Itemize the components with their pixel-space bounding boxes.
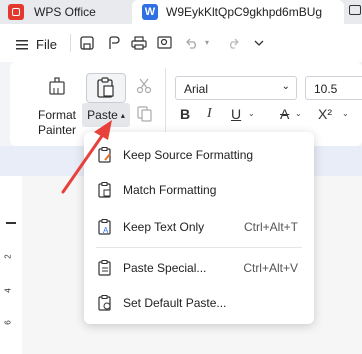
- tab-wps-office[interactable]: WPS Office: [0, 0, 127, 24]
- underline-dropdown-icon[interactable]: ⌄: [248, 109, 255, 118]
- export-icon[interactable]: [107, 36, 121, 50]
- menu-item-set-default-paste[interactable]: Set Default Paste...: [84, 288, 314, 318]
- ruler-margin-marker[interactable]: [6, 222, 16, 224]
- print-preview-icon[interactable]: [157, 36, 173, 50]
- cut-icon[interactable]: [136, 78, 152, 94]
- strikethrough-dropdown-icon[interactable]: ⌄: [295, 109, 302, 118]
- undo-icon[interactable]: [184, 37, 200, 49]
- menu-item-shortcut: Ctrl+Alt+V: [243, 261, 298, 275]
- svg-text:A: A: [103, 226, 109, 235]
- print-icon[interactable]: [131, 36, 147, 50]
- writer-doc-icon: W: [142, 4, 158, 20]
- menu-divider: [96, 247, 302, 248]
- paste-label: Paste: [87, 108, 118, 122]
- keep-source-formatting-icon: [98, 147, 111, 163]
- underline-button[interactable]: U: [231, 106, 241, 122]
- ribbon-divider: [165, 68, 166, 140]
- superscript-button[interactable]: X²: [318, 106, 332, 122]
- strikethrough-button[interactable]: A: [280, 106, 289, 122]
- wps-logo-icon: [8, 4, 24, 20]
- tab-wps-office-label: WPS Office: [34, 5, 96, 19]
- tab-document-label: W9EykKltQpC9gkhpd6mBUg: [166, 5, 323, 19]
- menu-item-label: Match Formatting: [123, 183, 217, 197]
- tab-document[interactable]: W W9EykKltQpC9gkhpd6mBUg: [132, 0, 344, 24]
- match-formatting-icon: [98, 182, 111, 198]
- ruler-number: 2: [3, 254, 13, 259]
- superscript-dropdown-icon[interactable]: ⌄: [342, 109, 349, 118]
- paste-dropdown-button[interactable]: Paste ▴: [82, 103, 130, 127]
- file-menu-button[interactable]: File: [36, 37, 57, 52]
- vertical-ruler: [0, 176, 22, 354]
- more-chevron-icon[interactable]: [254, 40, 264, 47]
- menu-item-shortcut: Ctrl+Alt+T: [243, 220, 298, 234]
- ruler-number: 4: [3, 288, 13, 293]
- menu-item-label: Keep Source Formatting: [123, 148, 254, 162]
- monitor-icon[interactable]: [349, 5, 361, 15]
- font-name-select[interactable]: Arial ⌄: [175, 76, 297, 100]
- set-default-paste-icon: [98, 295, 111, 311]
- bold-button[interactable]: B: [180, 106, 190, 122]
- format-painter-icon: [49, 77, 65, 95]
- keep-text-only-icon: A: [98, 219, 111, 235]
- undo-dropdown-icon[interactable]: ▾: [205, 38, 209, 47]
- format-painter-label: Format Painter: [37, 108, 77, 137]
- toolbar-divider: [70, 34, 71, 52]
- menu-item-match-formatting[interactable]: Match Formatting: [84, 175, 314, 205]
- menu-item-label: Set Default Paste...: [123, 296, 227, 310]
- ruler-number: 6: [3, 320, 13, 325]
- menu-item-label: Paste Special...: [123, 261, 207, 275]
- menu-item-paste-special[interactable]: Paste Special... Ctrl+Alt+V: [84, 253, 314, 283]
- hamburger-menu-icon[interactable]: [16, 40, 28, 50]
- menu-item-keep-text-only[interactable]: A Keep Text Only Ctrl+Alt+T: [84, 212, 314, 242]
- save-icon[interactable]: [80, 36, 94, 50]
- redo-icon[interactable]: [227, 37, 241, 49]
- chevron-down-icon: ⌄: [281, 81, 290, 92]
- menu-item-label: Keep Text Only: [123, 220, 205, 234]
- copy-icon[interactable]: [137, 106, 152, 122]
- font-size-value: 10.5: [314, 82, 338, 96]
- chevron-up-icon: ▴: [120, 110, 125, 120]
- font-name-value: Arial: [184, 82, 209, 96]
- menu-item-keep-source-formatting[interactable]: Keep Source Formatting: [84, 140, 314, 170]
- font-size-select[interactable]: 10.5: [305, 76, 362, 100]
- italic-button[interactable]: I: [207, 106, 212, 122]
- paste-clipboard-icon: [97, 77, 114, 98]
- paste-special-icon: [98, 260, 111, 276]
